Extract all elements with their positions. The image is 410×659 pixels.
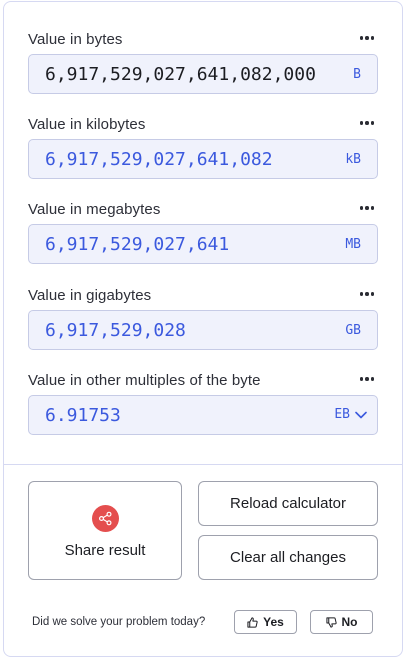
thumbs-up-icon — [247, 616, 258, 628]
bytes-value: 6,917,529,027,641,082,000 — [45, 64, 316, 85]
unit-select-value: EB — [334, 407, 350, 422]
other-multiples-input[interactable]: 6.91753 EB — [28, 395, 378, 435]
kilobytes-input[interactable]: 6,917,529,027,641,082 kB — [28, 139, 378, 179]
share-result-label: Share result — [64, 541, 146, 559]
megabytes-unit: MB — [345, 237, 361, 252]
other-multiples-label: Value in other multiples of the byte — [28, 372, 261, 389]
megabytes-more-dots-icon[interactable] — [358, 199, 376, 217]
feedback-yes-button[interactable]: Yes — [234, 610, 297, 634]
share-result-button[interactable]: Share result — [28, 481, 182, 580]
reload-calculator-label: Reload calculator — [230, 495, 346, 512]
share-icon — [91, 504, 119, 532]
gigabytes-label: Value in gigabytes — [28, 287, 152, 304]
chevron-down-icon — [355, 411, 367, 418]
gigabytes-input[interactable]: 6,917,529,028 GB — [28, 310, 378, 350]
kilobytes-unit: kB — [345, 152, 361, 167]
gigabytes-unit: GB — [345, 323, 361, 338]
clear-all-changes-button[interactable]: Clear all changes — [198, 535, 378, 580]
gigabytes-value: 6,917,529,028 — [45, 320, 186, 341]
gigabytes-more-dots-icon[interactable] — [358, 285, 376, 303]
kilobytes-value: 6,917,529,027,641,082 — [45, 149, 273, 170]
megabytes-input[interactable]: 6,917,529,027,641 MB — [28, 224, 378, 264]
kilobytes-label: Value in kilobytes — [28, 116, 146, 133]
feedback-no-label: No — [341, 615, 358, 629]
other-multiples-more-dots-icon[interactable] — [358, 370, 376, 388]
bytes-input[interactable]: 6,917,529,027,641,082,000 B — [28, 54, 378, 94]
bytes-label: Value in bytes — [28, 31, 123, 48]
bytes-more-dots-icon[interactable] — [358, 29, 376, 47]
reload-calculator-button[interactable]: Reload calculator — [198, 481, 378, 526]
feedback-question: Did we solve your problem today? — [32, 616, 206, 628]
unit-select[interactable]: EB — [334, 407, 367, 422]
megabytes-value: 6,917,529,027,641 — [45, 234, 230, 255]
calculator-card: Value in bytes 6,917,529,027,641,082,000… — [3, 1, 403, 657]
clear-all-changes-label: Clear all changes — [230, 549, 346, 566]
feedback-no-button[interactable]: No — [310, 610, 373, 634]
other-multiples-value: 6.91753 — [45, 405, 121, 426]
kilobytes-more-dots-icon[interactable] — [358, 114, 376, 132]
feedback-yes-label: Yes — [263, 615, 284, 629]
thumbs-down-icon — [325, 616, 337, 628]
megabytes-label: Value in megabytes — [28, 201, 161, 218]
bytes-unit: B — [353, 67, 361, 82]
section-divider — [4, 464, 402, 465]
